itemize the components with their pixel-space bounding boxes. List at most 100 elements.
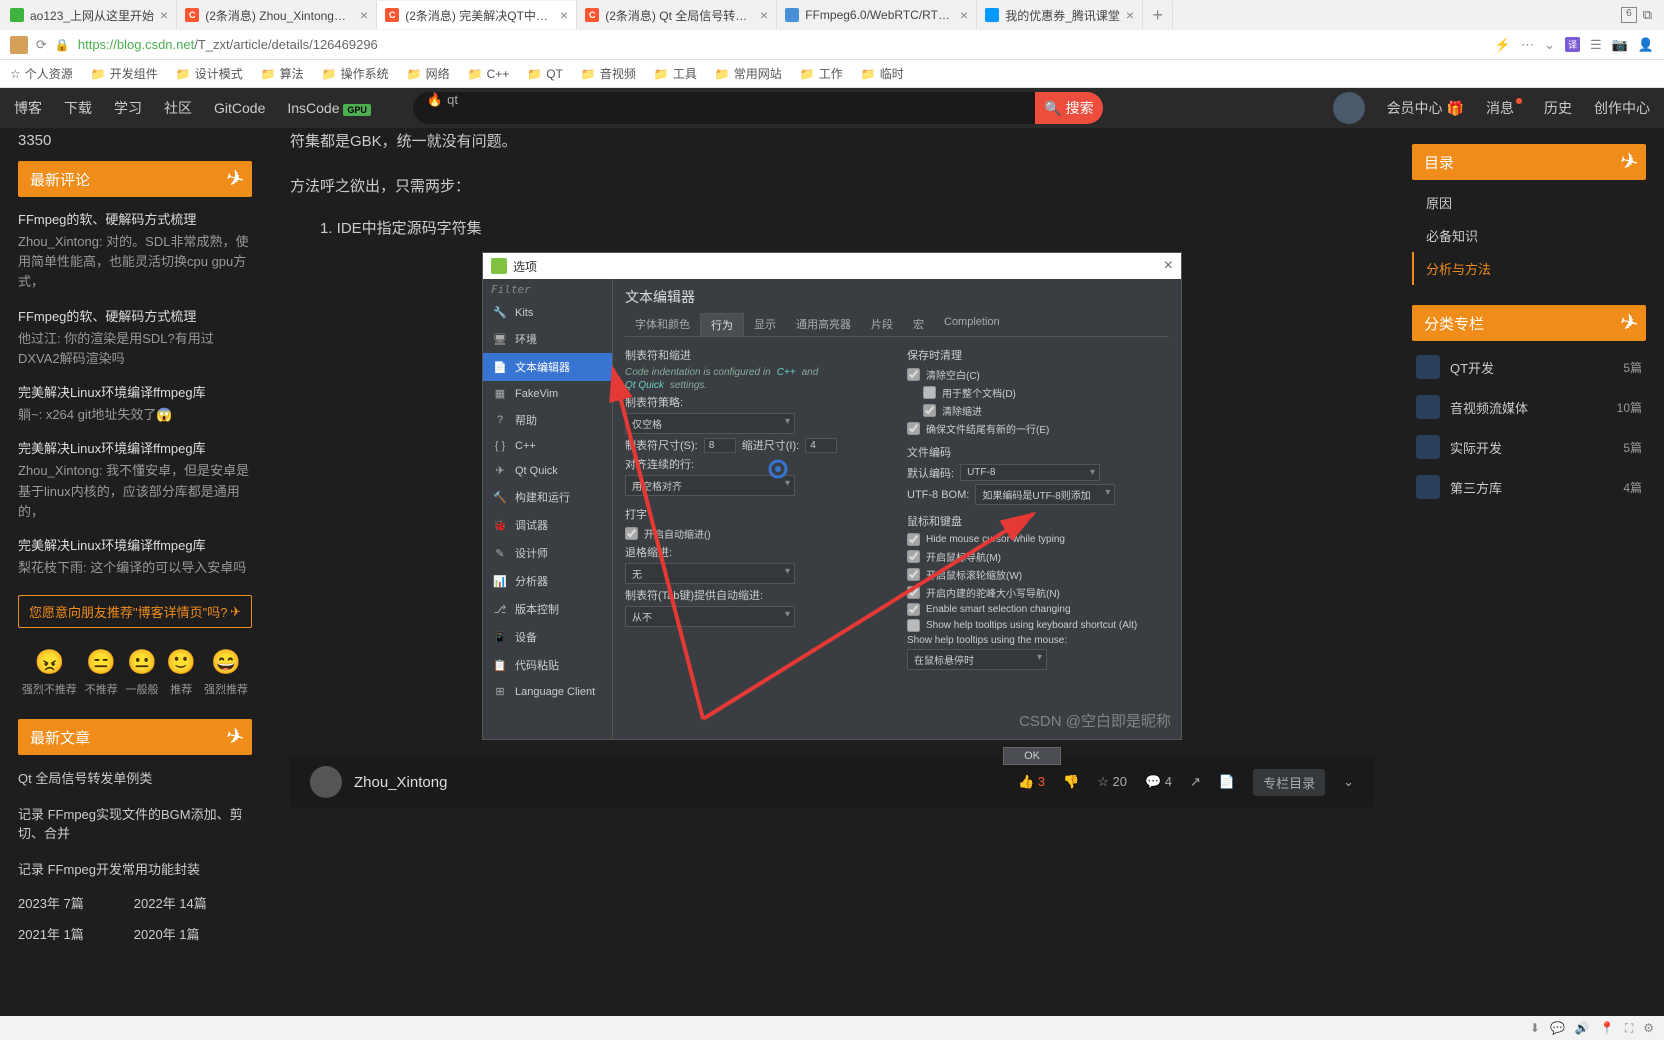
author-name[interactable]: Zhou_Xintong: [354, 774, 447, 791]
status-icon[interactable]: ⬇: [1530, 1021, 1540, 1035]
bookmark-item[interactable]: 📁音视频: [581, 65, 636, 82]
comment-item[interactable]: FFmpeg的软、硬解码方式梳理他过江: 你的渲染是用SDL?有用过DXVA2解…: [18, 300, 252, 376]
qt-side-item: 📱设备: [483, 623, 612, 651]
close-icon[interactable]: ×: [960, 7, 968, 23]
folder-icon: 📁: [261, 67, 276, 81]
nav-download[interactable]: 下载: [64, 98, 92, 118]
emoji-rating[interactable]: 🙂推荐: [166, 648, 196, 697]
translate-badge[interactable]: 译: [1565, 37, 1580, 52]
status-icon[interactable]: ⚙: [1643, 1021, 1654, 1035]
category-item[interactable]: QT开发5篇: [1412, 347, 1646, 387]
emoji-rating[interactable]: 😄强烈推荐: [204, 648, 248, 697]
bookmark-item[interactable]: 📁操作系统: [322, 65, 389, 82]
toc-item[interactable]: 必备知识: [1412, 219, 1646, 252]
post-link[interactable]: Qt 全局信号转发单例类: [18, 761, 252, 797]
nav-community[interactable]: 社区: [164, 98, 192, 118]
category-item[interactable]: 音视频流媒体10篇: [1412, 387, 1646, 427]
nav-create[interactable]: 创作中心: [1594, 98, 1650, 118]
chevron-down-icon[interactable]: ⌄: [1343, 774, 1354, 790]
combo-align: 用空格对齐: [625, 475, 795, 496]
status-icon[interactable]: 📍: [1600, 1021, 1615, 1035]
nav-inscode[interactable]: InsCode GPU: [287, 100, 371, 116]
close-icon[interactable]: ×: [760, 7, 768, 23]
extensions-icon[interactable]: ⧉: [1643, 7, 1652, 23]
tab-ffmpeg[interactable]: FFmpeg6.0/WebRTC/RTMP×: [777, 1, 977, 29]
status-icon[interactable]: ⛶: [1625, 1021, 1633, 1036]
status-icon[interactable]: 💬: [1550, 1021, 1565, 1035]
share-button[interactable]: ↗: [1190, 774, 1201, 790]
briefcase-icon[interactable]: [10, 36, 28, 54]
search-button[interactable]: 🔍 搜索: [1035, 92, 1103, 124]
recommend-box[interactable]: 您愿意向朋友推荐"博客详情页"吗?✈: [18, 595, 252, 628]
bookmark-item[interactable]: ☆个人资源: [10, 65, 73, 82]
qt-side-item: 🐞调试器: [483, 511, 612, 539]
toc-item-active[interactable]: 分析与方法: [1412, 252, 1646, 285]
bookmark-item[interactable]: 📁网络: [407, 65, 450, 82]
flash-icon[interactable]: ⚡: [1495, 37, 1511, 53]
chevron-down-icon[interactable]: ⌄: [1544, 37, 1555, 53]
user-avatar[interactable]: [1333, 92, 1365, 124]
emoji-rating[interactable]: 😑不推荐: [85, 648, 118, 697]
column-toc-button[interactable]: 专栏目录: [1253, 769, 1325, 796]
url-text[interactable]: https://blog.csdn.net/T_zxt/article/deta…: [78, 37, 1487, 52]
profile-icon[interactable]: 👤: [1638, 37, 1654, 53]
archive-link[interactable]: 2021年 1篇: [18, 924, 84, 943]
tab-csdn-article[interactable]: C(2条消息) 完美解决QT中文乱×: [377, 1, 577, 29]
nav-messages[interactable]: 消息: [1486, 98, 1522, 118]
post-link[interactable]: 记录 FFmpeg开发常用功能封装: [18, 852, 252, 888]
post-link[interactable]: 记录 FFmpeg实现文件的BGM添加、剪切、合并: [18, 797, 252, 852]
nav-vip[interactable]: 会员中心🎁: [1387, 98, 1464, 118]
tab-csdn-qt[interactable]: C(2条消息) Qt 全局信号转发类×: [577, 1, 777, 29]
close-icon[interactable]: ×: [160, 7, 168, 23]
archive-link[interactable]: 2020年 1篇: [134, 924, 200, 943]
bookmark-item[interactable]: 📁工作: [800, 65, 843, 82]
pdf-button[interactable]: 📄: [1219, 774, 1235, 790]
author-avatar[interactable]: [310, 766, 342, 798]
comment-item[interactable]: FFmpeg的软、硬解码方式梳理Zhou_Xintong: 对的。SDL非常成熟…: [18, 203, 252, 300]
comment-item[interactable]: 完美解决Linux环境编译ffmpeg库Zhou_Xintong: 我不懂安卓，…: [18, 432, 252, 529]
comment-button[interactable]: 💬 4: [1145, 774, 1172, 790]
tab-hao123[interactable]: ao123_上网从这里开始×: [2, 1, 177, 29]
star-button[interactable]: ☆ 20: [1097, 774, 1127, 790]
search-input[interactable]: 🔥qt: [413, 92, 1035, 124]
bookmark-item[interactable]: 📁临时: [861, 65, 904, 82]
archive-link[interactable]: 2023年 7篇: [18, 893, 84, 912]
nav-blog[interactable]: 博客: [14, 98, 42, 118]
category-item[interactable]: 第三方库4篇: [1412, 467, 1646, 507]
bookmark-item[interactable]: 📁C++: [468, 67, 510, 81]
archive-link[interactable]: 2022年 14篇: [134, 893, 207, 912]
tab-counter[interactable]: 6: [1621, 7, 1637, 23]
bookmark-item[interactable]: 📁设计模式: [176, 65, 243, 82]
close-icon[interactable]: ×: [1126, 7, 1134, 23]
browser-tab-bar: ao123_上网从这里开始× C(2条消息) Zhou_Xintong的博× C…: [0, 0, 1664, 30]
new-tab-button[interactable]: +: [1143, 1, 1173, 29]
menu-icon[interactable]: ☰: [1590, 37, 1602, 53]
like-button[interactable]: 👍 3: [1018, 774, 1045, 790]
bookmark-item[interactable]: 📁开发组件: [91, 65, 158, 82]
nav-learn[interactable]: 学习: [114, 98, 142, 118]
bookmark-item[interactable]: 📁QT: [527, 67, 563, 81]
more-icon[interactable]: ⋯: [1521, 37, 1534, 53]
close-icon[interactable]: ×: [360, 7, 368, 23]
refresh-icon[interactable]: ⟳: [36, 37, 47, 53]
bookmark-item[interactable]: 📁工具: [654, 65, 697, 82]
close-icon[interactable]: ×: [560, 7, 568, 23]
qt-options-screenshot: 选项× Filter 🔧Kits🖥环境📄文本编辑器▦FakeVim?帮助{ }C…: [482, 252, 1182, 740]
dislike-button[interactable]: 👎: [1063, 774, 1079, 790]
emoji-rating[interactable]: 😐一般般: [126, 648, 159, 697]
comment-item[interactable]: 完美解决Linux环境编译ffmpeg库躺~: x264 git地址失效了😱: [18, 376, 252, 432]
bookmark-item[interactable]: 📁算法: [261, 65, 304, 82]
category-item[interactable]: 实际开发5篇: [1412, 427, 1646, 467]
comment-item[interactable]: 完美解决Linux环境编译ffmpeg库梨花枝下雨: 这个编译的可以导入安卓吗: [18, 529, 252, 585]
toc-item[interactable]: 原因: [1412, 186, 1646, 219]
watermark: CSDN @空白即是昵称: [1019, 710, 1171, 731]
tab-csdn-profile[interactable]: C(2条消息) Zhou_Xintong的博×: [177, 1, 377, 29]
nav-gitcode[interactable]: GitCode: [214, 100, 265, 116]
camera-icon[interactable]: 📷: [1612, 37, 1628, 53]
status-icon[interactable]: 🔊: [1575, 1021, 1590, 1035]
nav-history[interactable]: 历史: [1544, 98, 1572, 118]
folder-icon: 📁: [176, 67, 191, 81]
bookmark-item[interactable]: 📁常用网站: [715, 65, 782, 82]
emoji-rating[interactable]: 😠强烈不推荐: [22, 648, 77, 697]
tab-tencent[interactable]: 我的优惠券_腾讯课堂×: [977, 1, 1143, 29]
